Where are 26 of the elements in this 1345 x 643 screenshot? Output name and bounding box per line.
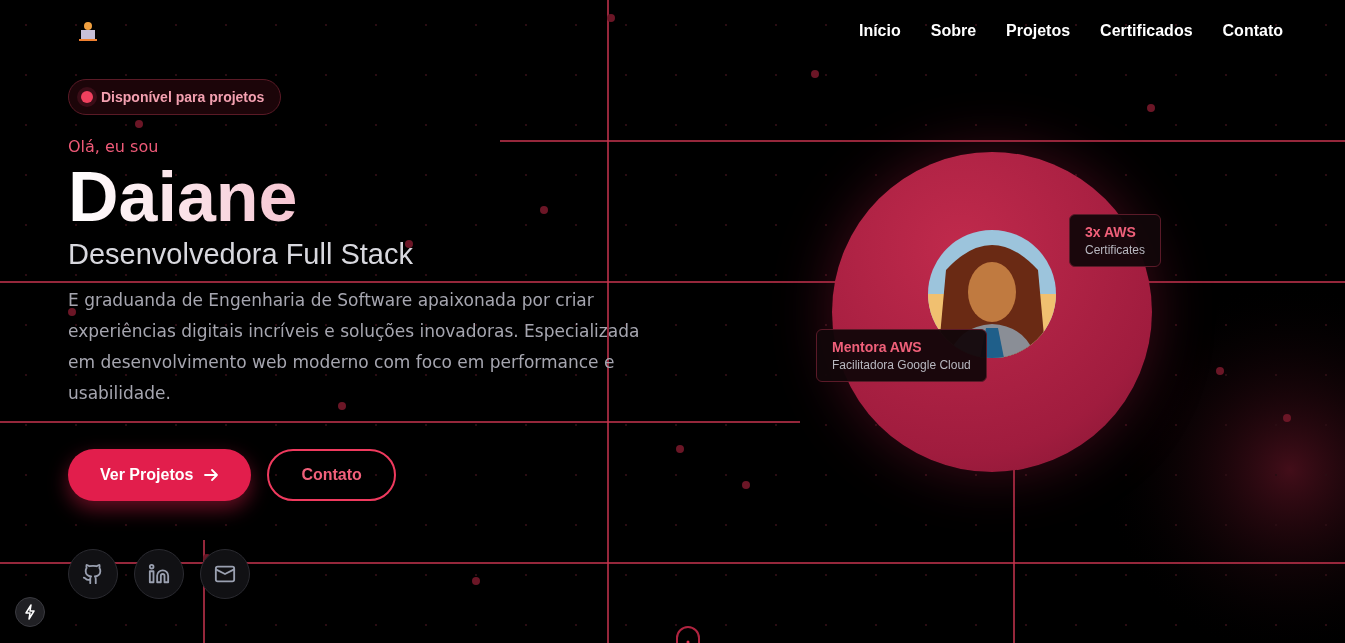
role-text: Desenvolvedora Full Stack — [68, 238, 413, 271]
scroll-indicator-icon — [676, 626, 700, 643]
greeting-text: Olá, eu sou — [68, 137, 159, 156]
lightning-icon — [23, 604, 37, 620]
github-button[interactable] — [68, 549, 118, 599]
card-subtitle: Facilitadora Google Cloud — [832, 358, 971, 372]
card-title: 3x AWS — [1085, 224, 1137, 240]
linkedin-icon — [148, 563, 170, 585]
mail-button[interactable] — [200, 549, 250, 599]
mail-icon — [214, 563, 236, 585]
laptop-user-icon[interactable] — [78, 21, 98, 41]
arrow-right-icon — [203, 467, 220, 483]
nav-link[interactable]: Contato — [1222, 22, 1283, 40]
nav-link[interactable]: Sobre — [930, 22, 977, 40]
lightning-button[interactable] — [15, 597, 45, 627]
nav-link[interactable]: Projetos — [1006, 22, 1071, 40]
card-title: Mentora AWS — [832, 339, 923, 355]
status-dot-icon — [81, 91, 93, 103]
github-icon — [82, 563, 104, 585]
status-text: Disponível para projetos — [101, 89, 265, 105]
projects-button[interactable]: Ver Projetos — [68, 449, 252, 501]
linkedin-button[interactable] — [134, 549, 184, 599]
nav-link[interactable]: Início — [858, 22, 901, 40]
nav-link[interactable]: Certificados — [1100, 22, 1193, 40]
contact-button[interactable]: Contato — [267, 449, 396, 501]
card-subtitle: Certificates — [1085, 243, 1146, 257]
